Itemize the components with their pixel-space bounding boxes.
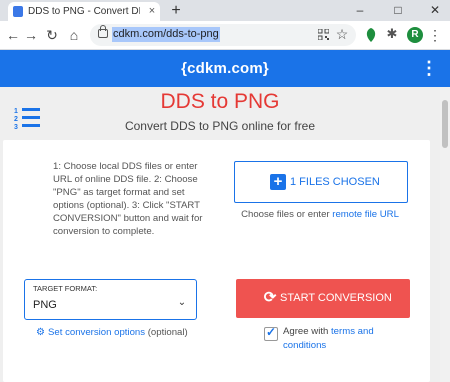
checkmark-icon: ✓ bbox=[265, 325, 277, 339]
site-logo[interactable]: {cdkm.com} bbox=[0, 50, 450, 87]
refresh-icon: ⟳ bbox=[263, 289, 277, 306]
extensions-puzzle-icon[interactable]: ✱ bbox=[384, 26, 400, 42]
tab-title: DDS to PNG - Convert DDS to PN bbox=[28, 6, 140, 17]
chevron-down-icon: ⌄ bbox=[177, 297, 187, 308]
home-icon[interactable]: ⌂ bbox=[64, 25, 84, 45]
agree-prefix: Agree with bbox=[283, 326, 331, 337]
plus-icon: + bbox=[270, 174, 286, 190]
choose-files-button[interactable]: + 1 FILES CHOSEN bbox=[234, 161, 408, 203]
browser-menu-icon[interactable]: ⋮ bbox=[428, 26, 442, 44]
gear-icon[interactable]: ⚙ bbox=[36, 326, 46, 340]
page-title: DDS to PNG bbox=[160, 90, 280, 113]
forward-arrow-icon[interactable]: → bbox=[21, 25, 41, 45]
agree-text: Agree with terms and conditions bbox=[283, 325, 393, 355]
window-close-button[interactable]: ✕ bbox=[422, 0, 448, 21]
target-format-select[interactable]: TARGET FORMAT: PNG ⌄ bbox=[24, 279, 197, 320]
site-favicon-icon bbox=[13, 6, 23, 17]
target-format-label: TARGET FORMAT: bbox=[33, 284, 98, 293]
browser-tab[interactable]: DDS to PNG - Convert DDS to PN × bbox=[8, 2, 160, 21]
svg-text:1: 1 bbox=[14, 108, 18, 115]
choose-hint-text: Choose files or enter bbox=[241, 209, 333, 220]
svg-text:2: 2 bbox=[14, 116, 18, 123]
scrollbar-thumb[interactable] bbox=[442, 100, 448, 148]
start-conversion-label: START CONVERSION bbox=[280, 292, 392, 304]
url-text[interactable]: cdkm.com/dds-to-png bbox=[112, 27, 220, 42]
instructions-text: 1: Choose local DDS files or enter URL o… bbox=[53, 161, 203, 237]
new-tab-button[interactable]: + bbox=[168, 0, 184, 21]
reload-icon[interactable]: ↻ bbox=[42, 25, 62, 45]
lock-icon bbox=[98, 25, 108, 38]
choose-files-label: 1 FILES CHOSEN bbox=[290, 176, 380, 188]
site-header: {cdkm.com} ⋮ bbox=[0, 50, 450, 87]
svg-text:3: 3 bbox=[14, 124, 18, 131]
numbered-list-icon: 1 2 3 bbox=[14, 108, 40, 131]
set-options-suffix: (optional) bbox=[145, 327, 188, 338]
extension-leaf-icon[interactable] bbox=[364, 27, 378, 43]
target-format-value: PNG bbox=[33, 299, 57, 311]
choose-files-hint: Choose files or enter remote file URL bbox=[234, 208, 406, 222]
back-arrow-icon[interactable]: ← bbox=[3, 25, 23, 45]
browser-tab-bar: DDS to PNG - Convert DDS to PN × + – □ ✕ bbox=[0, 0, 450, 21]
start-conversion-button[interactable]: ⟳ START CONVERSION bbox=[236, 279, 410, 318]
agree-checkbox[interactable]: ✓ bbox=[264, 325, 278, 341]
remote-file-url-link[interactable]: remote file URL bbox=[332, 209, 399, 220]
site-menu-icon[interactable]: ⋮ bbox=[420, 54, 438, 82]
browser-toolbar: ← → ↻ ⌂ cdkm.com/dds-to-png ☆ ✱ R ⋮ bbox=[0, 21, 450, 50]
qr-code-icon[interactable] bbox=[318, 29, 329, 40]
minimize-button[interactable]: – bbox=[347, 0, 373, 21]
set-options-link[interactable]: Set conversion options bbox=[48, 327, 145, 338]
profile-avatar[interactable]: R bbox=[407, 27, 423, 43]
tab-close-icon[interactable]: × bbox=[146, 4, 158, 18]
set-options-row: ⚙ Set conversion options (optional) bbox=[36, 326, 188, 340]
maximize-button[interactable]: □ bbox=[385, 0, 411, 21]
address-bar[interactable]: cdkm.com/dds-to-png ☆ bbox=[90, 24, 356, 46]
page-subtitle: Convert DDS to PNG online for free bbox=[124, 119, 316, 133]
bookmark-star-icon[interactable]: ☆ bbox=[334, 25, 350, 43]
